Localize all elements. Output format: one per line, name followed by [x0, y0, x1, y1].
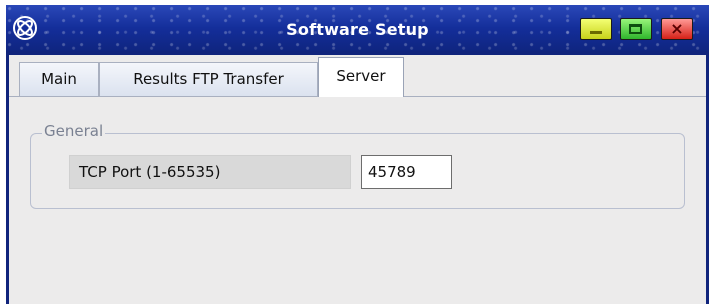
dialog-client-area: Main Results FTP Transfer Server General… — [9, 55, 706, 304]
close-button[interactable]: × — [661, 18, 693, 40]
tab-main[interactable]: Main — [19, 62, 99, 96]
close-icon: × — [670, 19, 684, 38]
general-group-label: General — [42, 121, 106, 141]
tab-strip: Main Results FTP Transfer Server — [9, 55, 706, 97]
software-setup-window: Software Setup × Main Results FTP Transf… — [6, 5, 709, 304]
tab-results-ftp-transfer[interactable]: Results FTP Transfer — [99, 62, 318, 96]
minimize-icon — [590, 31, 602, 34]
tcp-port-input[interactable] — [361, 155, 452, 189]
maximize-button[interactable] — [620, 18, 652, 40]
tab-server[interactable]: Server — [318, 57, 404, 97]
minimize-button[interactable] — [580, 18, 612, 40]
title-bar[interactable]: Software Setup × — [6, 5, 709, 51]
maximize-icon — [629, 24, 642, 34]
tcp-port-label: TCP Port (1-65535) — [69, 155, 351, 189]
